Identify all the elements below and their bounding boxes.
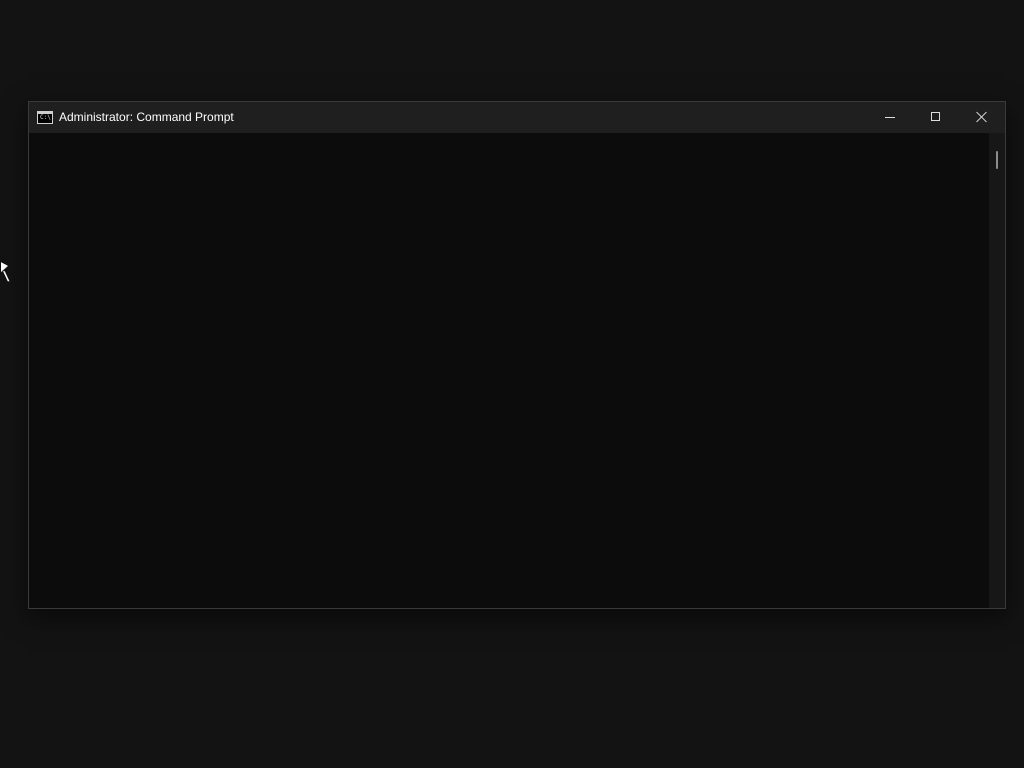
close-button[interactable] [959,102,1005,133]
desktop-background: C:\. Administrator: Command Prompt [0,0,1024,768]
maximize-icon [931,112,940,121]
minimize-button[interactable] [867,102,913,133]
scrollbar-thumb[interactable] [996,151,998,169]
vertical-scrollbar[interactable] [989,133,1005,608]
close-icon [976,111,988,123]
window-title: Administrator: Command Prompt [59,110,234,124]
mouse-cursor-icon [1,262,8,276]
console-output[interactable] [29,133,989,608]
maximize-button[interactable] [913,102,959,133]
command-prompt-icon: C:\. [37,111,55,124]
window-titlebar[interactable]: C:\. Administrator: Command Prompt [29,102,1005,133]
command-prompt-icon-text: C:\. [40,114,55,121]
minimize-icon [885,117,895,118]
window-controls [867,102,1005,133]
command-prompt-window[interactable]: C:\. Administrator: Command Prompt [28,101,1006,609]
